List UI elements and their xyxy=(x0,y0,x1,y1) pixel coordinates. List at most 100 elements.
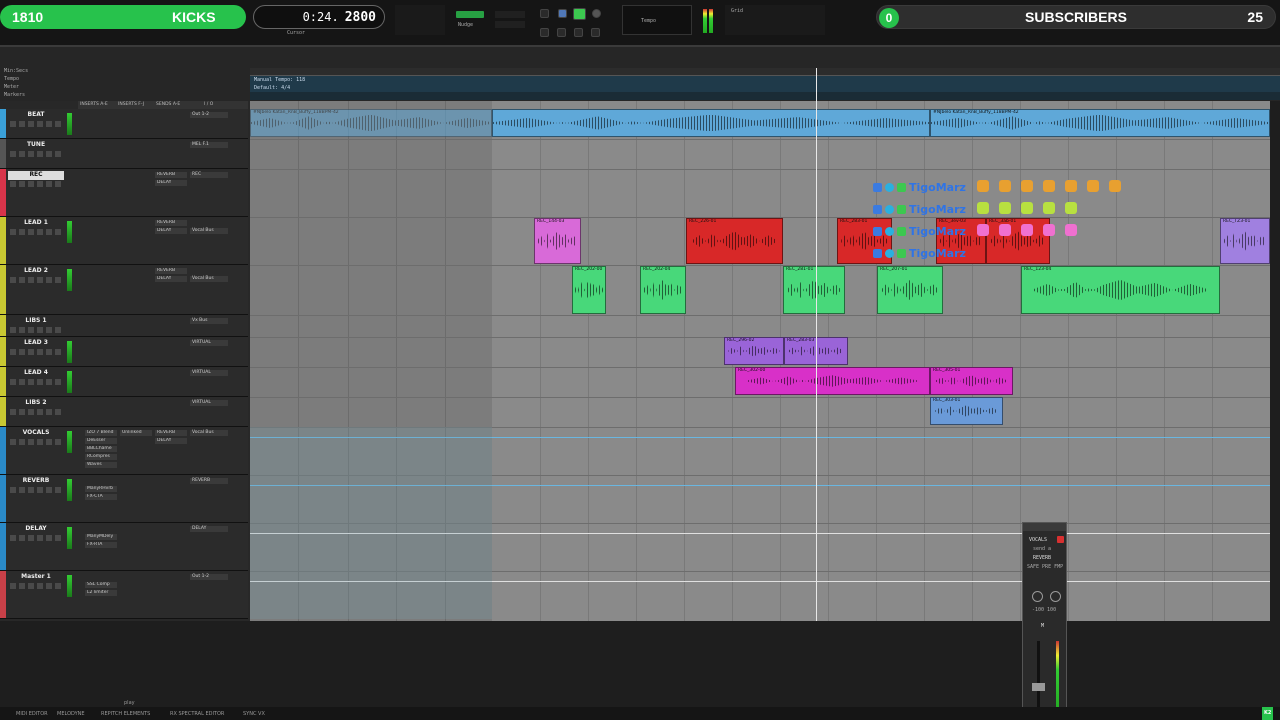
track-output[interactable]: VIRTUAL xyxy=(190,370,228,376)
track-buttons[interactable] xyxy=(10,181,62,187)
track-buttons[interactable] xyxy=(10,487,62,493)
send-slot[interactable]: REVERB xyxy=(155,172,187,178)
send-slot[interactable]: REVERB xyxy=(155,268,187,274)
track-output[interactable]: REC xyxy=(190,172,228,178)
track-buttons[interactable] xyxy=(10,583,62,589)
send-slot-name[interactable]: send a xyxy=(1033,546,1051,552)
send-slot[interactable]: DELAY xyxy=(155,276,187,282)
send-window[interactable]: VOCALS send a REVERB SAFE PRE FMP -100 1… xyxy=(1022,522,1067,720)
track-buttons[interactable] xyxy=(10,409,62,415)
fast-forward-icon[interactable] xyxy=(591,28,600,37)
rewind-icon[interactable] xyxy=(540,28,549,37)
audio-clip[interactable]: REC_202-04 xyxy=(640,266,686,314)
send-options[interactable]: SAFE PRE FMP xyxy=(1027,564,1063,570)
track-buttons[interactable] xyxy=(10,151,62,157)
track-buttons[interactable] xyxy=(10,121,62,127)
track-output[interactable]: Vocal Bus xyxy=(190,276,228,282)
send-slot[interactable]: REVERB xyxy=(155,430,187,436)
track-output[interactable]: MEL F.1 xyxy=(190,142,228,148)
tab-sync-vx[interactable]: SYNC VX xyxy=(243,711,265,717)
track-output[interactable]: DELAY xyxy=(190,526,228,532)
insert-slot[interactable]: RCompres xyxy=(85,454,117,460)
track-lead-2[interactable]: LEAD 2 REVERB DELAY Vocal Bus xyxy=(0,265,248,315)
grid-mode-button[interactable] xyxy=(456,11,484,18)
track-buttons[interactable] xyxy=(10,349,62,355)
tab-melodyne[interactable]: MELODYNE xyxy=(57,711,85,717)
track-name[interactable]: LEAD 1 xyxy=(8,219,64,228)
track-output[interactable]: VIRTUAL xyxy=(190,400,228,406)
audio-clip[interactable]: REC_281-01 xyxy=(783,266,845,314)
track-name[interactable]: DELAY xyxy=(8,525,64,534)
track-lead-3[interactable]: LEAD 3 VIRTUAL xyxy=(0,337,248,367)
track-name[interactable]: BEAT xyxy=(8,111,64,120)
audio-clip[interactable]: #NJbelo Katan_RnB_Buffy_118BPM-42 xyxy=(930,109,1270,137)
markers-ruler[interactable] xyxy=(250,92,1280,100)
go-to-end-icon[interactable] xyxy=(574,28,583,37)
insert-slot[interactable]: L2 limiter xyxy=(85,590,117,596)
timeline-ruler[interactable] xyxy=(250,68,1280,76)
nudge-value-field[interactable] xyxy=(495,21,525,28)
track-name[interactable]: VOCALS xyxy=(8,429,64,438)
mute-button[interactable]: M xyxy=(1041,623,1044,629)
track-buttons[interactable] xyxy=(10,277,62,283)
audio-clip[interactable]: REC_296-02 xyxy=(724,337,784,365)
insert-slot[interactable]: Waves xyxy=(85,462,117,468)
track-rec[interactable]: REC REVERB DELAY REC xyxy=(0,169,248,217)
track-buttons[interactable] xyxy=(10,327,62,333)
track-output[interactable]: Vocal Bus xyxy=(190,228,228,234)
track-name[interactable]: REC xyxy=(8,171,64,180)
close-icon[interactable] xyxy=(1057,536,1064,543)
send-fader-handle[interactable] xyxy=(1032,683,1045,691)
track-name[interactable]: REVERB xyxy=(8,477,64,486)
send-slot[interactable]: DELAY xyxy=(155,438,187,444)
insert-slot[interactable]: SSL Comp xyxy=(85,582,117,588)
insert-slot[interactable]: IZO 7 Blend xyxy=(85,430,117,436)
go-to-start-icon[interactable] xyxy=(557,28,566,37)
track-name[interactable]: Master 1 xyxy=(8,573,64,582)
track-libs-2[interactable]: LIBS 2 VIRTUAL xyxy=(0,397,248,427)
insert-slot[interactable]: DeEsser xyxy=(85,438,117,444)
tempo-ruler[interactable]: Manual Tempo: 118 xyxy=(250,76,1280,84)
pan-knob-left[interactable] xyxy=(1032,591,1043,602)
track-buttons[interactable] xyxy=(10,379,62,385)
track-name[interactable]: LIBS 2 xyxy=(8,399,64,408)
pan-knob-right[interactable] xyxy=(1050,591,1061,602)
track-output[interactable]: Out 1-2 xyxy=(190,112,228,118)
track-output[interactable]: Vocal Bus xyxy=(190,430,228,436)
track-buttons[interactable] xyxy=(10,535,62,541)
insert-slot[interactable]: ManyRHvrb xyxy=(85,486,117,492)
audio-clip[interactable] xyxy=(492,109,930,137)
track-name[interactable]: LEAD 3 xyxy=(8,339,64,348)
stop-icon[interactable] xyxy=(558,9,567,18)
track-delay[interactable]: DELAY ManyMDely FX-RTA DELAY xyxy=(0,523,248,571)
play-icon[interactable] xyxy=(573,8,586,20)
audio-clip[interactable]: REC_302-00 xyxy=(735,367,930,395)
track-reverb[interactable]: REVERB ManyRHvrb FX-CTA REVERB xyxy=(0,475,248,523)
record-icon[interactable] xyxy=(592,9,601,18)
loop-icon[interactable] xyxy=(540,9,549,18)
send-slot[interactable]: DELAY xyxy=(155,180,187,186)
track-output[interactable]: Vx Bus xyxy=(190,318,228,324)
track-output[interactable]: Out 1-2 xyxy=(190,574,228,580)
track-buttons[interactable] xyxy=(10,229,62,235)
track-master[interactable]: Master 1 SSL Comp L2 limiter Out 1-2 xyxy=(0,571,248,619)
insert-slot[interactable]: BBLChame xyxy=(85,446,117,452)
track-libs-1[interactable]: LIBS 1 Vx Bus xyxy=(0,315,248,337)
audio-clip[interactable]: REC_202-00 xyxy=(572,266,606,314)
track-lead-1[interactable]: LEAD 1 REVERB DELAY Vocal Bus xyxy=(0,217,248,265)
grid-value-field[interactable] xyxy=(495,11,525,18)
main-counter[interactable]: 0:24. 2800 xyxy=(253,5,385,29)
insert-slot[interactable]: FX-RTA xyxy=(85,542,117,548)
track-buttons[interactable] xyxy=(10,439,62,445)
audio-clip[interactable]: REC_123-04 xyxy=(1021,266,1220,314)
insert-slot[interactable]: FX-CTA xyxy=(85,494,117,500)
track-tune[interactable]: TUNE MEL F.1 xyxy=(0,139,248,169)
send-destination[interactable]: REVERB xyxy=(1033,555,1051,561)
audio-clip[interactable]: REC_226-01 xyxy=(686,218,783,264)
playhead-cursor[interactable] xyxy=(816,68,817,621)
track-name[interactable]: TUNE xyxy=(8,141,64,150)
meter-ruler[interactable]: Default: 4/4 xyxy=(250,84,1280,92)
audio-clip[interactable]: REC_TZ3-01 xyxy=(1220,218,1270,264)
audio-clip[interactable]: REC_144-03 xyxy=(534,218,581,264)
tab-repitch[interactable]: REPITCH ELEMENTS xyxy=(101,711,150,717)
